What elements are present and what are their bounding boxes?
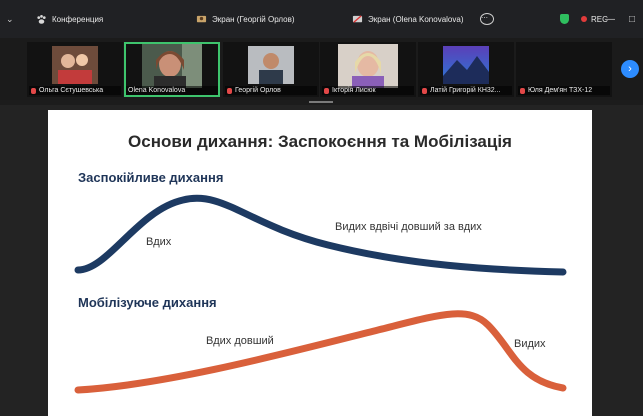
presentation-slide: Основи дихання: Заспокоєння та Мобілізац… (48, 110, 592, 416)
participant-name: Ольга Сєтушевська (39, 87, 104, 94)
participant-tile[interactable]: Юля Дем'ян ТЗХ-12 (516, 42, 612, 97)
participant-strip: Ольга Сєтушевська Olena Konovalova Георг… (0, 38, 643, 100)
participant-photo (443, 46, 489, 84)
chevron-right-icon: › (628, 63, 632, 75)
participant-tile[interactable]: Латій Григорій КН32... (418, 42, 514, 97)
participant-photo (248, 46, 294, 84)
strip-resize-handle[interactable] (309, 101, 333, 103)
calm-exhale-label: Видих вдвічі довший за вдих (335, 221, 482, 233)
maximize-icon[interactable]: □ (621, 0, 643, 38)
participant-name-row: Olena Konovalova (126, 86, 218, 95)
muted-mic-icon (31, 87, 36, 94)
participant-tile[interactable]: Георгій Орлов (223, 42, 319, 97)
top-bar: ⌄ Конференция Экран (Георгій Орлов) Экра (0, 0, 643, 38)
mobilizing-exhale-label: Видих (514, 338, 546, 350)
participant-name: Юля Дем'ян ТЗХ-12 (528, 87, 593, 94)
mobilizing-breathing-curve (74, 310, 567, 394)
participant-name-row: Юля Дем'ян ТЗХ-12 (518, 86, 610, 95)
participant-name: Георгій Орлов (235, 87, 281, 94)
participant-tile-active[interactable]: Olena Konovalova (124, 42, 220, 97)
next-participants-button[interactable]: › (621, 60, 639, 78)
participant-name-row: Георгій Орлов (225, 86, 317, 95)
participant-tile[interactable]: Ольга Сєтушевська (27, 42, 123, 97)
tab-conference-label: Конференция (52, 14, 104, 24)
calm-breathing-heading: Заспокійливе дихання (78, 170, 224, 185)
window-controls: — □ (599, 0, 643, 38)
screen-share-icon (352, 14, 363, 23)
screen-share-icon (196, 15, 207, 22)
breathing-curves (74, 194, 567, 394)
paw-icon (37, 14, 46, 24)
shield-icon[interactable] (560, 14, 569, 24)
meeting-window: ⌄ Конференция Экран (Георгій Орлов) Экра (0, 0, 643, 416)
tab-screen-georgii[interactable]: Экран (Георгій Орлов) (196, 0, 295, 38)
tab-screen-olena[interactable]: Экран (Olena Konovalova) (352, 0, 464, 38)
muted-mic-icon (520, 87, 525, 94)
muted-mic-icon (422, 87, 427, 94)
participant-video (142, 44, 202, 88)
participant-name-row: Латій Григорій КН32... (420, 86, 512, 95)
collapse-chevron-icon[interactable]: ⌄ (6, 0, 14, 38)
minimize-icon[interactable]: — (599, 0, 621, 38)
shared-screen: Основи дихання: Заспокоєння та Мобілізац… (0, 105, 643, 416)
mobilizing-inhale-label: Вдих довший (206, 335, 274, 347)
muted-mic-icon (227, 87, 232, 94)
participant-tile[interactable]: Ікторія Лисюк (320, 42, 416, 97)
calm-inhale-label: Вдих (146, 236, 172, 248)
participant-name-row: Ікторія Лисюк (322, 86, 414, 95)
slide-title: Основи дихання: Заспокоєння та Мобілізац… (128, 132, 512, 151)
more-options-icon[interactable]: ⋯ (480, 13, 494, 25)
muted-mic-icon (324, 87, 329, 94)
rec-dot-icon (581, 16, 587, 22)
tab-conference[interactable]: Конференция (36, 0, 103, 38)
tab-screen-georgii-label: Экран (Георгій Орлов) (212, 14, 295, 24)
participant-name: Olena Konovalova (128, 87, 186, 94)
participant-photo (52, 46, 98, 84)
participant-name-row: Ольга Сєтушевська (29, 86, 121, 95)
participant-name: Ікторія Лисюк (332, 87, 376, 94)
participant-video (338, 44, 398, 88)
tab-screen-olena-label: Экран (Olena Konovalova) (368, 14, 464, 24)
participant-name: Латій Григорій КН32... (430, 87, 501, 94)
mobilizing-breathing-heading: Мобілізуюче дихання (78, 295, 217, 310)
